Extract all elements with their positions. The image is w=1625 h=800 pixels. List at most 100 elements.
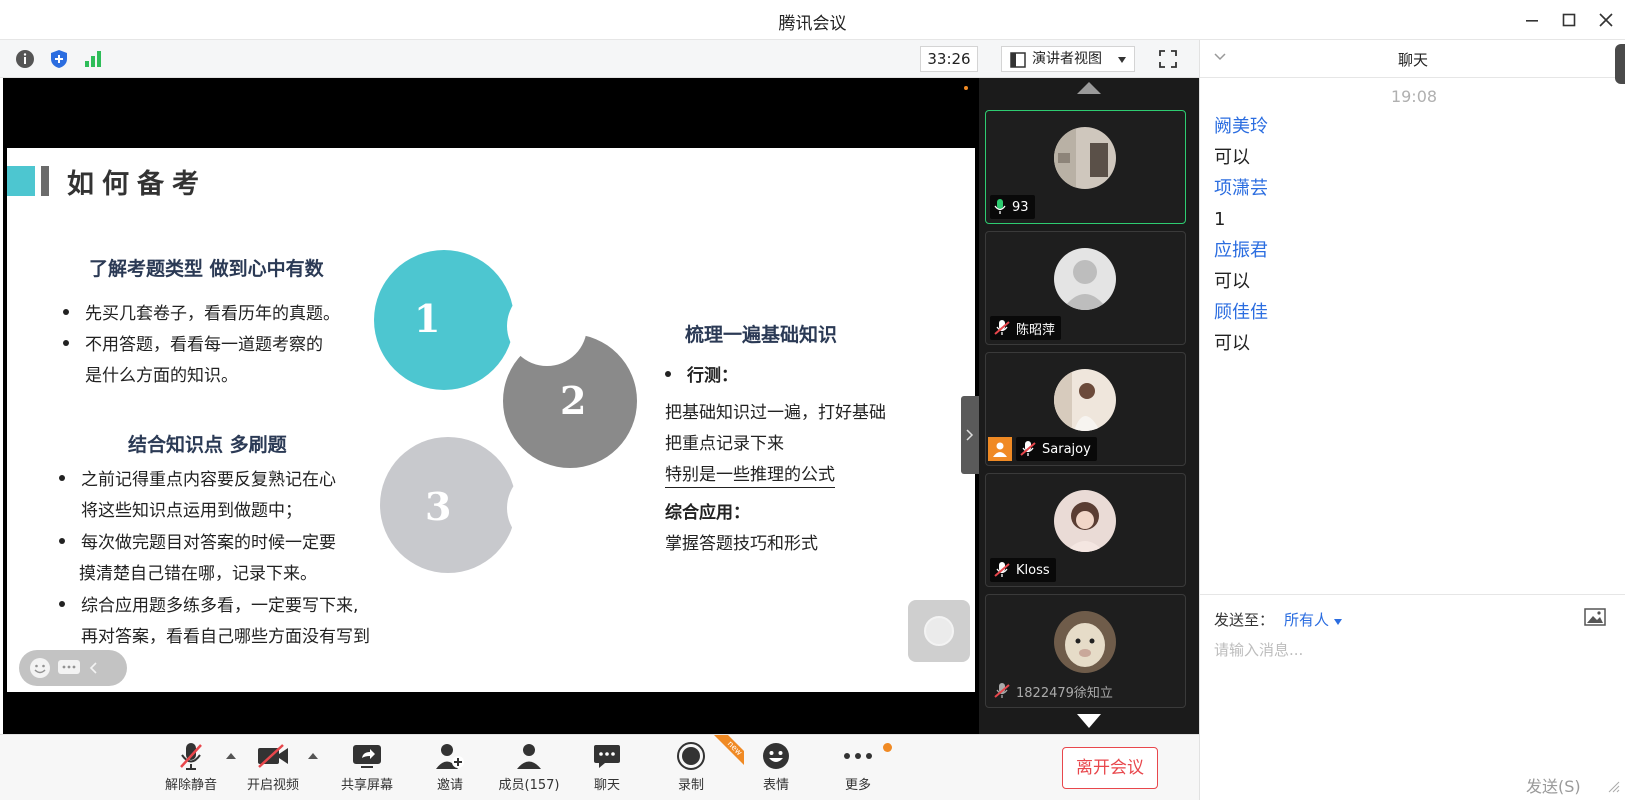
avatar	[1054, 248, 1116, 310]
network-status-button[interactable]	[82, 48, 104, 70]
host-badge	[988, 437, 1012, 461]
section-3-line: 掌握答题技巧和形式	[665, 534, 818, 554]
bite-3	[507, 468, 587, 548]
chat-sender[interactable]: 项潇芸	[1214, 174, 1614, 204]
audio-options-caret[interactable]	[226, 753, 236, 759]
members-icon	[517, 744, 541, 769]
start-video-button[interactable]: 开启视频	[238, 741, 308, 797]
more-dots-icon	[844, 753, 872, 759]
chevron-left-icon[interactable]	[87, 660, 101, 676]
chat-button[interactable]: 聊天	[572, 741, 642, 797]
chat-message-text: 1	[1214, 209, 1226, 230]
section-3-line: 把重点记录下来	[665, 434, 784, 454]
scroll-down-arrow[interactable]	[1077, 714, 1101, 728]
share-screen-button[interactable]: 共享屏幕	[332, 741, 402, 797]
invite-button[interactable]: 邀请	[415, 741, 485, 797]
minimize-icon	[1526, 20, 1538, 22]
participant-tile[interactable]: Sarajoy	[985, 352, 1186, 466]
section-2-heading: 结合知识点 多刷题	[128, 434, 287, 456]
participant-nametag: 陈昭萍	[990, 316, 1062, 340]
caret-down-icon	[1333, 619, 1342, 625]
avatar	[1054, 127, 1116, 189]
chat-sender[interactable]: 应振君	[1214, 236, 1614, 266]
chat-messages: 19:08 阙美玲 可以 项潇芸 1 应振君 可以 顾佳佳 可以	[1214, 82, 1614, 360]
participant-name: 93	[1012, 199, 1029, 215]
emoji-icon[interactable]	[29, 657, 51, 679]
participant-nametag: 1822479徐知立	[990, 679, 1119, 703]
signal-bars-icon	[85, 51, 101, 67]
shared-screen-area: 如何备考 1 2 3 了解考题类型 做到心中有数 先买几套卷子，看看历年的真题。…	[3, 78, 979, 734]
maximize-button[interactable]	[1557, 8, 1581, 32]
circle-2-number: 2	[560, 378, 587, 423]
section-3-line: 把基础知识过一遍，打好基础	[665, 403, 886, 423]
section-3-heading: 梳理一遍基础知识	[685, 324, 838, 346]
shield-icon	[51, 50, 67, 68]
fullscreen-icon	[1159, 50, 1177, 68]
close-button[interactable]	[1594, 8, 1618, 32]
participant-tile[interactable]: Kloss	[985, 473, 1186, 587]
reactions-button[interactable]: 表情	[741, 741, 811, 797]
chat-title: 聊天	[1397, 51, 1428, 69]
chat-input[interactable]: 请输入消息...	[1214, 639, 1303, 660]
participant-name: 1822479徐知立	[1016, 685, 1113, 701]
participant-nametag: Sarajoy	[1016, 437, 1097, 461]
section-3-sub2: 综合应用：	[665, 503, 750, 523]
section-2-line: 摸清楚自己错在哪，记录下来。	[79, 564, 317, 584]
view-mode-select[interactable]: 演讲者视图	[1001, 46, 1135, 72]
circle-1-number: 1	[414, 296, 441, 341]
send-to-select[interactable]: 所有人	[1284, 611, 1342, 629]
send-image-icon[interactable]	[1584, 607, 1606, 627]
info-icon	[16, 50, 34, 68]
chat-panel: 聊天 19:08 阙美玲 可以 项潇芸 1 应振君 可以 顾佳佳 可以 发送至：…	[1199, 40, 1625, 800]
video-options-caret[interactable]	[308, 753, 318, 759]
section-2-bullet: 之前记得重点内容要反复熟记在心	[59, 464, 336, 496]
bite-1	[507, 286, 587, 366]
more-notification-dot	[883, 743, 892, 752]
meeting-toolbar: 解除静音 开启视频 共享屏幕 邀请 成员(157) 聊天 录制 new 表情 更…	[0, 734, 1199, 800]
section-1-line: 是什么方面的知识。	[85, 366, 238, 386]
send-button[interactable]: 发送(S)	[1526, 773, 1581, 797]
security-button[interactable]	[48, 48, 70, 70]
maximize-icon	[1562, 13, 1576, 27]
chat-sender[interactable]: 顾佳佳	[1214, 298, 1614, 328]
avatar	[1054, 490, 1116, 552]
title-bar: 腾讯会议	[0, 0, 1625, 40]
send-to-row: 发送至： 所有人	[1214, 609, 1342, 630]
floating-control-button[interactable]	[908, 600, 970, 662]
participant-tile[interactable]: 93	[985, 110, 1186, 224]
minimize-button[interactable]	[1520, 8, 1544, 32]
participant-tile[interactable]: 陈昭萍	[985, 231, 1186, 345]
share-screen-icon	[353, 745, 381, 768]
chat-message-text: 可以	[1214, 271, 1250, 292]
participants-gallery: 93 陈昭萍 Sarajoy Kloss 1822479徐知立	[979, 78, 1199, 734]
new-feature-badge: new	[714, 735, 744, 765]
chat-timestamp: 19:08	[1390, 87, 1438, 106]
camera-off-icon	[258, 744, 288, 768]
add-user-icon	[436, 744, 464, 769]
muted-microphone-icon	[180, 743, 202, 770]
resize-grip-icon[interactable]	[1608, 781, 1620, 793]
unmute-button[interactable]: 解除静音	[156, 741, 226, 797]
host-user-icon	[993, 442, 1007, 457]
muted-microphone-icon	[1020, 441, 1036, 456]
smiley-icon	[763, 743, 789, 769]
fullscreen-button[interactable]	[1155, 46, 1181, 72]
avatar	[1054, 369, 1116, 431]
meeting-info-button[interactable]	[14, 48, 36, 70]
participant-name: Sarajoy	[1042, 441, 1091, 457]
danmaku-icon[interactable]	[57, 658, 81, 678]
chat-bubble-icon	[594, 745, 620, 768]
members-button[interactable]: 成员(157)	[494, 741, 564, 797]
participant-name: 陈昭萍	[1016, 322, 1056, 338]
participant-tile[interactable]: 1822479徐知立	[985, 594, 1186, 708]
layout-icon	[1010, 52, 1026, 68]
view-mode-label: 演讲者视图	[1032, 51, 1102, 67]
chat-sender[interactable]: 阙美玲	[1214, 112, 1614, 142]
scroll-up-arrow[interactable]	[1077, 82, 1101, 94]
side-handle[interactable]	[1615, 44, 1625, 84]
section-2-line: 再对答案，看看自己哪些方面没有写到	[81, 627, 370, 647]
section-3-sub1: 行测：	[665, 360, 738, 392]
close-icon	[1599, 13, 1613, 27]
leave-meeting-button[interactable]: 离开会议	[1062, 747, 1158, 789]
collapse-gallery-button[interactable]	[961, 396, 979, 474]
